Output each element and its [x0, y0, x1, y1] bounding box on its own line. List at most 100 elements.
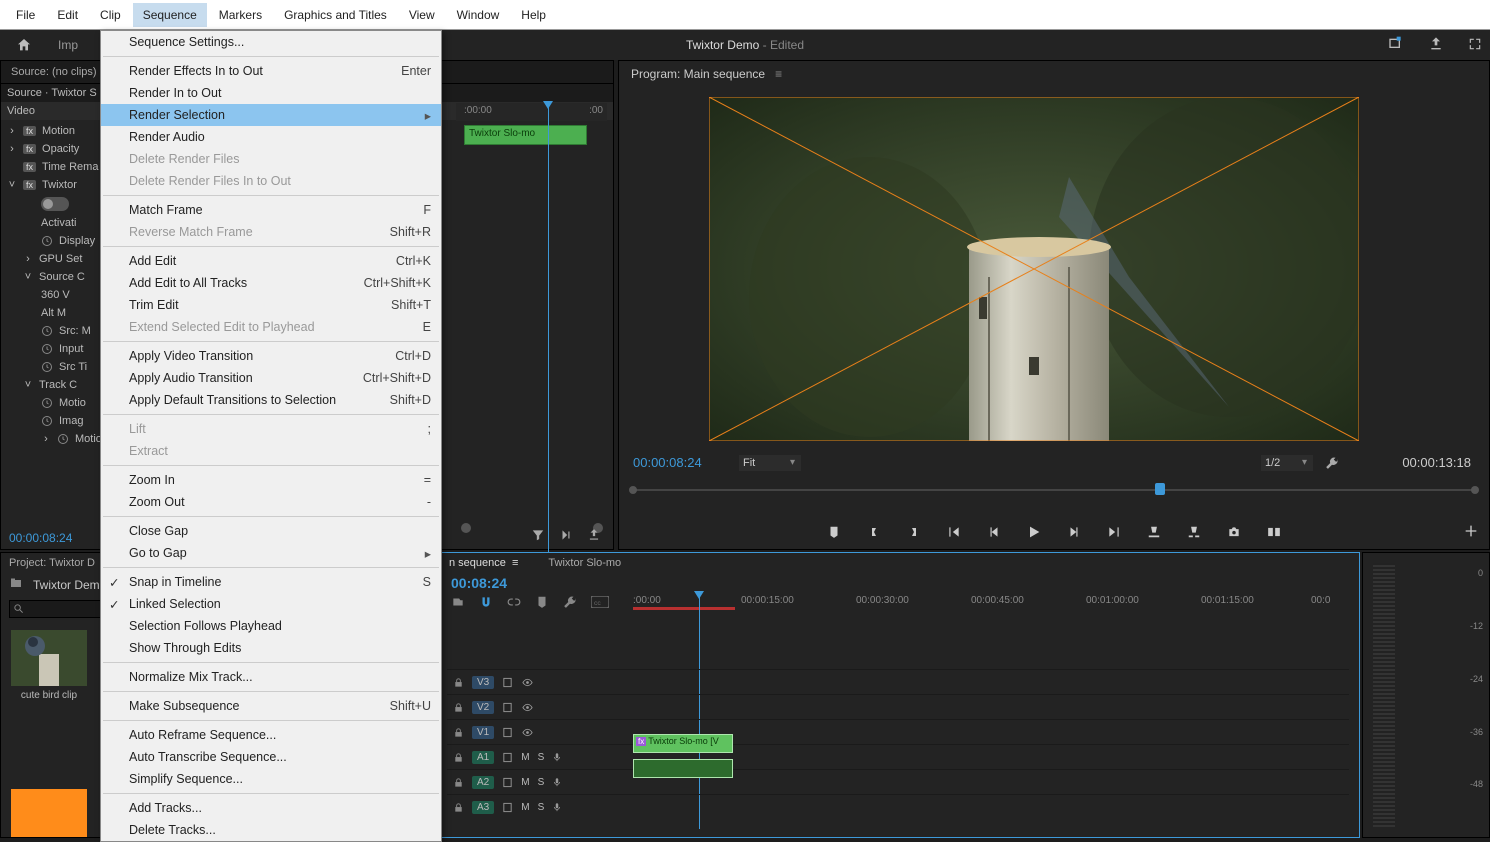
- share-icon[interactable]: [1428, 36, 1444, 55]
- audio-clip[interactable]: [633, 759, 733, 778]
- program-timecode-current[interactable]: 00:00:08:24: [633, 455, 702, 470]
- add-marker-icon[interactable]: [825, 523, 843, 541]
- menu-item-go-to-gap[interactable]: Go to Gap: [101, 542, 441, 564]
- menu-sequence[interactable]: Sequence: [133, 3, 207, 27]
- program-viewer[interactable]: [709, 97, 1359, 441]
- video-track[interactable]: V2: [447, 694, 1349, 719]
- menu-item-auto-reframe-sequence[interactable]: Auto Reframe Sequence...: [101, 724, 441, 746]
- video-clip[interactable]: fxTwixtor Slo-mo [V: [633, 734, 733, 753]
- zoom-fit-select[interactable]: Fit: [739, 455, 801, 471]
- menu-item-apply-video-transition[interactable]: Apply Video TransitionCtrl+D: [101, 345, 441, 367]
- effect-mini-timeline[interactable]: :00:00 :00 Twixtor Slo-mo: [456, 103, 607, 193]
- caption-icon[interactable]: cc: [591, 596, 609, 608]
- video-track[interactable]: V1fxTwixtor Slo-mo [V: [447, 719, 1349, 744]
- fullscreen-icon[interactable]: [1468, 37, 1482, 54]
- search-icon: [13, 603, 24, 614]
- menu-item-trim-edit[interactable]: Trim EditShift+T: [101, 294, 441, 316]
- go-to-out-icon[interactable]: [1105, 523, 1123, 541]
- menu-item-show-through-edits[interactable]: Show Through Edits: [101, 637, 441, 659]
- timeline-tab-main[interactable]: n sequence ≡: [449, 557, 518, 569]
- menu-item-simplify-sequence[interactable]: Simplify Sequence...: [101, 768, 441, 790]
- ruler-tick: 00:0: [1311, 595, 1330, 606]
- menu-item-render-audio[interactable]: Render Audio: [101, 126, 441, 148]
- mini-clip[interactable]: Twixtor Slo-mo: [464, 125, 587, 145]
- menu-edit[interactable]: Edit: [47, 3, 88, 27]
- home-button[interactable]: [0, 37, 48, 53]
- menu-window[interactable]: Window: [447, 3, 510, 27]
- timeline-ruler[interactable]: :00:00 00:00:15:00 00:00:30:00 00:00:45:…: [631, 593, 1349, 611]
- program-scrubber[interactable]: [633, 481, 1475, 497]
- export-frame-icon[interactable]: [587, 528, 601, 545]
- step-back-icon[interactable]: [985, 523, 1003, 541]
- go-to-in-icon[interactable]: [945, 523, 963, 541]
- menu-item-make-subsequence[interactable]: Make SubsequenceShift+U: [101, 695, 441, 717]
- menu-item-add-edit-to-all-tracks[interactable]: Add Edit to All TracksCtrl+Shift+K: [101, 272, 441, 294]
- project-tab[interactable]: Project: Twixtor D: [9, 557, 95, 569]
- menu-item-render-effects-in-to-out[interactable]: Render Effects In to OutEnter: [101, 60, 441, 82]
- bin-icon[interactable]: [9, 577, 23, 592]
- menu-item-extend-selected-edit-to-playhead: Extend Selected Edit to PlayheadE: [101, 316, 441, 338]
- timeline-panel: n sequence ≡ Twixtor Slo-mo 00:08:24 cc …: [440, 552, 1360, 838]
- menu-item-apply-audio-transition[interactable]: Apply Audio TransitionCtrl+Shift+D: [101, 367, 441, 389]
- mark-out-icon[interactable]: [905, 523, 923, 541]
- export-frame-camera-icon[interactable]: [1225, 523, 1243, 541]
- comparison-view-icon[interactable]: [1265, 523, 1283, 541]
- menu-item-linked-selection[interactable]: Linked Selection: [101, 593, 441, 615]
- resolution-select[interactable]: 1/2: [1261, 455, 1313, 471]
- menu-item-close-gap[interactable]: Close Gap: [101, 520, 441, 542]
- project-title: Twixtor Demo - Edited: [686, 38, 804, 52]
- menu-item-zoom-in[interactable]: Zoom In=: [101, 469, 441, 491]
- snap-icon[interactable]: [479, 595, 493, 609]
- menu-item-sequence-settings[interactable]: Sequence Settings...: [101, 31, 441, 53]
- audio-track[interactable]: A1MS: [447, 744, 1349, 769]
- source-timecode[interactable]: 00:00:08:24: [9, 531, 72, 545]
- timeline-tab-nested[interactable]: Twixtor Slo-mo: [548, 557, 621, 569]
- linked-selection-icon[interactable]: [507, 595, 521, 609]
- filter-icon[interactable]: [531, 528, 545, 545]
- wrench-tool-icon[interactable]: [563, 595, 577, 609]
- settings-wrench-icon[interactable]: [1325, 456, 1339, 470]
- button-editor-icon[interactable]: [1463, 523, 1479, 539]
- program-title: Program: Main sequence: [631, 67, 765, 81]
- play-icon[interactable]: [1025, 523, 1043, 541]
- audio-track[interactable]: A2MS: [447, 769, 1349, 794]
- project-item[interactable]: cute bird clip: [11, 630, 87, 701]
- menu-graphics-and-titles[interactable]: Graphics and Titles: [274, 3, 397, 27]
- step-forward-icon[interactable]: [1065, 523, 1083, 541]
- menu-item-add-tracks[interactable]: Add Tracks...: [101, 797, 441, 819]
- video-track[interactable]: V3: [447, 669, 1349, 694]
- menu-item-add-edit[interactable]: Add EditCtrl+K: [101, 250, 441, 272]
- mark-in-icon[interactable]: [865, 523, 883, 541]
- meter-tick: -24: [1470, 674, 1483, 684]
- mini-playhead[interactable]: [548, 103, 549, 593]
- menu-item-zoom-out[interactable]: Zoom Out-: [101, 491, 441, 513]
- keyframe-nav-icon[interactable]: [559, 528, 573, 545]
- menu-item-selection-follows-playhead[interactable]: Selection Follows Playhead: [101, 615, 441, 637]
- menu-item-auto-transcribe-sequence[interactable]: Auto Transcribe Sequence...: [101, 746, 441, 768]
- preview-frame: [709, 97, 1359, 441]
- menu-view[interactable]: View: [399, 3, 445, 27]
- menu-item-normalize-mix-track[interactable]: Normalize Mix Track...: [101, 666, 441, 688]
- menu-help[interactable]: Help: [511, 3, 556, 27]
- ruler-tick: 00:00:30:00: [856, 595, 909, 606]
- quick-export-icon[interactable]: [1388, 36, 1404, 55]
- menu-item-apply-default-transitions-to-selection[interactable]: Apply Default Transitions to SelectionSh…: [101, 389, 441, 411]
- menu-item-delete-render-files-in-to-out: Delete Render Files In to Out: [101, 170, 441, 192]
- menu-item-render-in-to-out[interactable]: Render In to Out: [101, 82, 441, 104]
- marker-tool-icon[interactable]: [535, 595, 549, 609]
- menu-item-snap-in-timeline[interactable]: Snap in TimelineS: [101, 571, 441, 593]
- menu-file[interactable]: File: [6, 3, 45, 27]
- menu-clip[interactable]: Clip: [90, 3, 131, 27]
- audio-track[interactable]: A3MS: [447, 794, 1349, 819]
- lift-icon[interactable]: [1145, 523, 1163, 541]
- ruler-tick: :00:00: [633, 595, 661, 606]
- panel-menu-icon[interactable]: ≡: [775, 67, 782, 81]
- menu-item-match-frame[interactable]: Match FrameF: [101, 199, 441, 221]
- menu-item-render-selection[interactable]: Render Selection: [101, 104, 441, 126]
- timeline-timecode[interactable]: 00:08:24: [441, 573, 1359, 593]
- nest-icon[interactable]: [451, 595, 465, 609]
- menu-markers[interactable]: Markers: [209, 3, 272, 27]
- extract-icon[interactable]: [1185, 523, 1203, 541]
- project-item-selected[interactable]: [11, 789, 87, 837]
- import-tab[interactable]: Imp: [48, 38, 88, 52]
